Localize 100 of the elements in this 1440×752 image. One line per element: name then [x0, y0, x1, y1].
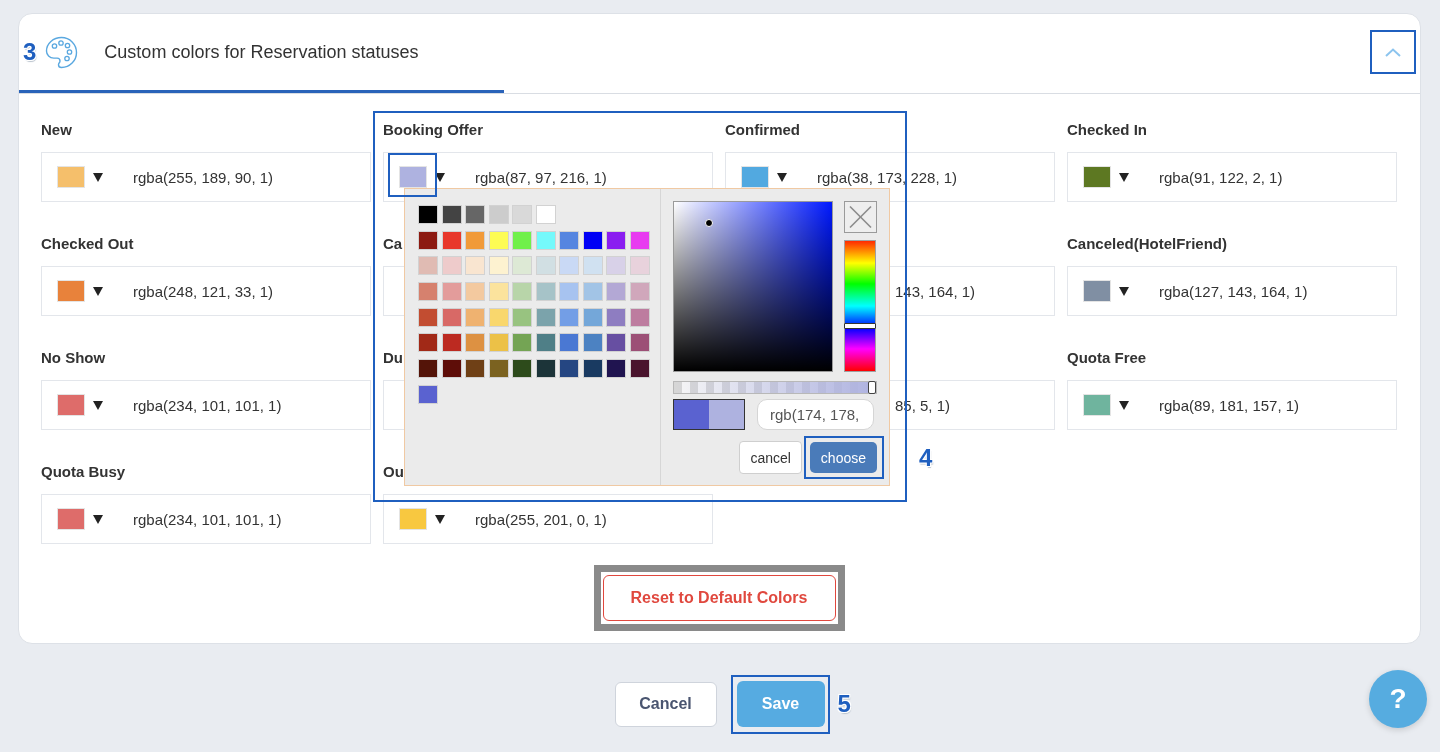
color-swatch-icon[interactable]	[488, 359, 509, 379]
caret-down-icon[interactable]	[1119, 286, 1129, 296]
caret-down-icon[interactable]	[435, 514, 445, 524]
caret-down-icon[interactable]	[93, 514, 103, 524]
color-swatch-icon[interactable]	[606, 230, 626, 250]
color-swatch-icon[interactable]	[535, 282, 556, 302]
color-swatch-icon[interactable]	[606, 359, 626, 379]
color-swatch-icon[interactable]	[488, 205, 509, 224]
color-swatch-icon[interactable]	[441, 359, 462, 379]
color-swatch-icon[interactable]	[57, 394, 85, 416]
color-swatch-icon[interactable]	[1083, 394, 1111, 416]
color-swatch-icon[interactable]	[582, 230, 603, 250]
color-swatch-icon[interactable]	[57, 508, 85, 530]
color-field[interactable]: rgba(234, 101, 101, 1)	[41, 494, 371, 544]
color-swatch-icon[interactable]	[582, 333, 603, 353]
color-swatch-icon[interactable]	[559, 359, 579, 379]
color-swatch-icon[interactable]	[418, 333, 438, 353]
color-swatch-icon[interactable]	[1083, 280, 1111, 302]
alpha-slider[interactable]	[673, 381, 877, 394]
saturation-handle[interactable]	[705, 218, 714, 227]
color-swatch-icon[interactable]	[559, 282, 579, 302]
color-swatch-icon[interactable]	[606, 307, 626, 327]
caret-down-icon[interactable]	[93, 286, 103, 296]
color-swatch-icon[interactable]	[57, 280, 85, 302]
caret-down-icon[interactable]	[93, 400, 103, 410]
color-swatch-icon[interactable]	[535, 205, 556, 224]
color-swatch-icon[interactable]	[488, 307, 509, 327]
color-field[interactable]: rgba(248, 121, 33, 1)	[41, 266, 371, 316]
color-swatch-icon[interactable]	[441, 307, 462, 327]
color-field[interactable]: rgba(255, 201, 0, 1)	[383, 494, 713, 544]
color-swatch-icon[interactable]	[399, 166, 427, 188]
caret-down-icon[interactable]	[777, 172, 787, 182]
color-swatch-icon[interactable]	[441, 333, 462, 353]
color-swatch-icon[interactable]	[629, 333, 650, 353]
color-swatch-icon[interactable]	[465, 256, 485, 276]
color-swatch-icon[interactable]	[606, 256, 626, 276]
color-swatch-icon[interactable]	[582, 256, 603, 276]
color-swatch-icon[interactable]	[582, 282, 603, 302]
color-swatch-icon[interactable]	[582, 359, 603, 379]
color-swatch-icon[interactable]	[741, 166, 769, 188]
caret-down-icon[interactable]	[435, 172, 445, 182]
color-swatch-icon[interactable]	[559, 307, 579, 327]
color-swatch-icon[interactable]	[512, 205, 532, 224]
color-swatch-icon[interactable]	[512, 256, 532, 276]
color-field[interactable]: rgba(127, 143, 164, 1)	[1067, 266, 1397, 316]
cancel-button[interactable]: Cancel	[614, 681, 717, 727]
color-swatch-icon[interactable]	[418, 205, 438, 224]
color-swatch-icon[interactable]	[441, 282, 462, 302]
color-swatch-icon[interactable]	[399, 508, 427, 530]
color-swatch-icon[interactable]	[512, 359, 532, 379]
color-swatch-icon[interactable]	[488, 230, 509, 250]
color-swatch-icon[interactable]	[535, 230, 556, 250]
color-swatch-icon[interactable]	[606, 333, 626, 353]
saturation-area[interactable]	[673, 201, 833, 372]
caret-down-icon[interactable]	[93, 172, 103, 182]
color-swatch-icon[interactable]	[535, 359, 556, 379]
color-field[interactable]: rgba(89, 181, 157, 1)	[1067, 380, 1397, 430]
color-swatch-icon[interactable]	[441, 205, 462, 224]
color-swatch-icon[interactable]	[535, 333, 556, 353]
choose-button[interactable]: choose	[809, 442, 877, 473]
color-swatch-icon[interactable]	[512, 230, 532, 250]
color-swatch-icon[interactable]	[57, 166, 85, 188]
color-swatch-icon[interactable]	[465, 333, 485, 353]
color-field[interactable]: rgba(255, 189, 90, 1)	[41, 152, 371, 202]
color-swatch-icon[interactable]	[512, 282, 532, 302]
hue-slider-handle[interactable]	[844, 322, 876, 329]
color-field[interactable]: rgba(234, 101, 101, 1)	[41, 380, 371, 430]
color-swatch-icon[interactable]	[629, 359, 650, 379]
alpha-slider-handle[interactable]	[868, 381, 876, 394]
color-swatch-icon[interactable]	[559, 333, 579, 353]
color-swatch-icon[interactable]	[629, 230, 650, 250]
color-swatch-icon[interactable]	[465, 205, 485, 224]
color-swatch-icon[interactable]	[465, 307, 485, 327]
color-swatch-icon[interactable]	[629, 307, 650, 327]
reset-button[interactable]: Reset to Default Colors	[602, 575, 836, 621]
close-icon[interactable]	[843, 201, 877, 233]
color-swatch-icon[interactable]	[1083, 166, 1111, 188]
color-swatch-icon[interactable]	[418, 384, 438, 404]
color-swatch-icon[interactable]	[629, 256, 650, 276]
caret-down-icon[interactable]	[1119, 400, 1129, 410]
color-swatch-icon[interactable]	[629, 282, 650, 302]
color-input-field[interactable]: rgb(174, 178,	[757, 399, 874, 430]
color-swatch-icon[interactable]	[418, 256, 438, 276]
caret-down-icon[interactable]	[1119, 172, 1129, 182]
color-swatch-icon[interactable]	[488, 282, 509, 302]
color-swatch-icon[interactable]	[418, 359, 438, 379]
color-swatch-icon[interactable]	[465, 282, 485, 302]
color-swatch-icon[interactable]	[512, 333, 532, 353]
color-swatch-icon[interactable]	[465, 359, 485, 379]
cancel-button[interactable]: cancel	[739, 441, 802, 474]
color-swatch-icon[interactable]	[559, 230, 579, 250]
color-swatch-icon[interactable]	[488, 333, 509, 353]
color-swatch-icon[interactable]	[418, 230, 438, 250]
color-swatch-icon[interactable]	[559, 256, 579, 276]
color-swatch-icon[interactable]	[465, 230, 485, 250]
color-swatch-icon[interactable]	[582, 307, 603, 327]
color-swatch-icon[interactable]	[441, 256, 462, 276]
color-field[interactable]: rgba(91, 122, 2, 1)	[1067, 152, 1397, 202]
hue-slider[interactable]	[844, 240, 876, 372]
color-swatch-icon[interactable]	[418, 307, 438, 327]
